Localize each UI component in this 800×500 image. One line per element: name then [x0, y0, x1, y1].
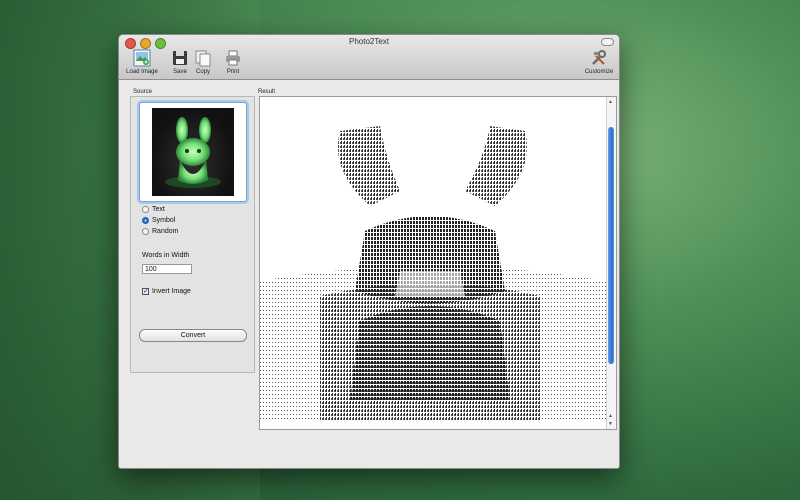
save-icon	[171, 49, 189, 67]
checkbox-box[interactable]: ✓	[142, 288, 149, 295]
radio-symbol[interactable]	[142, 217, 149, 224]
option-random[interactable]: Random	[142, 228, 178, 235]
customize-icon	[590, 49, 608, 67]
words-in-width-input[interactable]: 100	[142, 264, 192, 274]
scroll-thumb[interactable]	[608, 127, 614, 364]
invert-image-label: Invert Image	[152, 288, 191, 295]
vertical-scrollbar[interactable]: ▲ ▲ ▼	[606, 97, 616, 429]
invert-image-checkbox[interactable]: ✓ Invert Image	[142, 288, 191, 295]
window-title: Photo2Text	[348, 37, 390, 46]
ascii-art-output	[260, 126, 606, 421]
copy-label: Copy	[195, 69, 210, 75]
save-button[interactable]: Save	[169, 49, 191, 75]
load-image-label: Load Image	[126, 69, 158, 75]
option-random-label: Random	[152, 228, 179, 235]
scroll-down-arrow[interactable]: ▼	[608, 421, 613, 427]
customize-label: Customize	[584, 69, 614, 75]
print-icon	[224, 49, 242, 67]
convert-button[interactable]: Convert	[139, 329, 247, 342]
main-area: Source Result Text Symbol Random Words i…	[119, 80, 619, 468]
option-text-label: Text	[152, 206, 165, 213]
print-button[interactable]: Print	[222, 49, 244, 75]
radio-random[interactable]	[142, 228, 149, 235]
save-label: Save	[173, 69, 187, 75]
load-image-icon	[133, 49, 151, 67]
app-window: Photo2Text Load Image Save Copy Print Cu…	[118, 34, 620, 469]
option-symbol-label: Symbol	[152, 217, 176, 224]
print-label: Print	[226, 69, 240, 75]
customize-button[interactable]: Customize	[581, 49, 617, 75]
result-text-area[interactable]: ▲ ▲ ▼	[259, 96, 617, 430]
copy-icon	[194, 49, 212, 67]
toolbar-toggle-button[interactable]	[601, 38, 614, 46]
source-label: Source	[133, 89, 153, 95]
title-bar: Photo2Text Load Image Save Copy Print Cu…	[119, 35, 619, 80]
option-symbol[interactable]: Symbol	[142, 217, 175, 224]
source-image-well[interactable]	[139, 102, 247, 202]
scroll-up-arrow-bottom[interactable]: ▲	[608, 413, 613, 419]
source-panel: Text Symbol Random Words in Width 100 ✓ …	[130, 96, 255, 373]
option-text[interactable]: Text	[142, 206, 165, 213]
source-photo	[152, 108, 234, 196]
copy-button[interactable]: Copy	[192, 49, 214, 75]
scroll-up-arrow[interactable]: ▲	[608, 99, 613, 105]
result-label: Result	[258, 89, 276, 95]
words-in-width-label: Words in Width	[142, 252, 190, 259]
load-image-button[interactable]: Load Image	[123, 49, 161, 75]
radio-text[interactable]	[142, 206, 149, 213]
